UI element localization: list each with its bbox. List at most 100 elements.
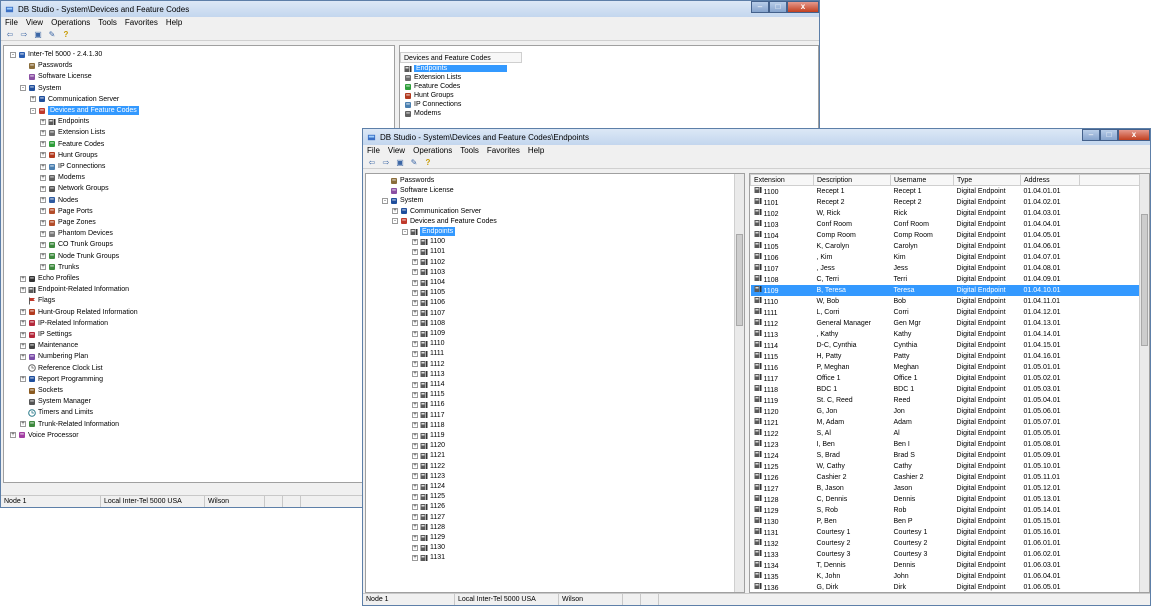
expand-toggle[interactable]: + [412,320,418,327]
tree-item[interactable]: +1101 [412,247,445,256]
back-tree-pane[interactable]: - Inter-Tel 5000 - 2.4.1.30 Passwords Softw… [3,45,395,483]
expand-toggle[interactable]: + [412,401,418,408]
expand-toggle[interactable]: + [412,534,418,541]
menu-favorites[interactable]: Favorites [487,145,520,156]
list-item[interactable]: IP Connections [404,100,507,109]
tree-item[interactable]: +1120 [412,441,445,450]
expand-toggle[interactable]: + [412,442,418,449]
tree-item[interactable]: +1128 [412,523,445,532]
expand-toggle[interactable]: + [412,310,418,317]
help-icon[interactable]: ? [61,29,71,39]
menu-favorites[interactable]: Favorites [125,17,158,28]
expand-toggle[interactable]: + [412,452,418,459]
tree-item[interactable]: +1124 [412,482,445,491]
tree-item[interactable]: - Devices and Feature Codes [30,106,139,115]
collapse-toggle[interactable]: - [20,85,26,92]
tree-item[interactable]: - Endpoints [402,227,456,236]
expand-toggle[interactable]: + [40,129,46,136]
table-row[interactable]: 1127 B, Jason Jason Digital Endpoint 01.05.1… [751,483,1147,494]
menu-operations[interactable]: Operations [51,17,90,28]
expand-toggle[interactable]: + [412,361,418,368]
table-row[interactable]: 1101 Recept 2 Recept 2 Digital Endpoint 01.0… [751,197,1147,208]
tree-item[interactable]: Sockets [20,386,63,395]
expand-toggle[interactable]: + [412,473,418,480]
tree-item[interactable]: +1127 [412,513,445,522]
expand-toggle[interactable]: + [412,279,418,286]
tree-item[interactable]: - System [382,196,423,205]
collapse-toggle[interactable]: - [30,107,36,114]
tree-item[interactable]: Software License [382,186,454,195]
tools-icon[interactable]: ✎ [409,157,419,167]
tree-item[interactable]: Timers and Limits [20,408,93,417]
tree-item[interactable]: +1118 [412,421,445,430]
expand-toggle[interactable]: + [40,253,46,260]
tree-item[interactable]: - Inter-Tel 5000 - 2.4.1.30 [10,50,102,59]
front-title-bar[interactable]: DB Studio - System\Devices and Feature C… [363,129,1150,145]
tree-item[interactable]: +1119 [412,431,445,440]
menu-help[interactable]: Help [528,145,544,156]
tree-item[interactable]: +1129 [412,533,445,542]
expand-toggle[interactable]: + [412,483,418,490]
table-row[interactable]: 1114 D-C, Cynthia Cynthia Digital Endpoint 0… [751,340,1147,351]
tree-item[interactable]: +1111 [412,349,444,358]
help-icon[interactable]: ? [423,157,433,167]
table-row[interactable]: 1119 St. C, Reed Reed Digital Endpoint 01.05… [751,395,1147,406]
expand-toggle[interactable]: + [20,320,26,327]
table-row[interactable]: 1121 M, Adam Adam Digital Endpoint 01.05.07.… [751,417,1147,428]
tree-item[interactable]: +1112 [412,360,445,369]
tree-item[interactable]: + Extension Lists [40,128,105,137]
expand-toggle[interactable]: + [40,174,46,181]
tree-item[interactable]: - Devices and Feature Codes [392,217,497,226]
table-row[interactable]: 1102 W, Rick Rick Digital Endpoint 01.04.03.… [751,208,1147,219]
close-button[interactable]: x [787,1,819,13]
expand-toggle[interactable]: + [412,422,418,429]
tree-item[interactable]: + IP-Related Information [20,319,108,328]
tree-item[interactable]: +1107 [412,309,445,318]
tree-item[interactable]: + Phantom Devices [40,229,113,238]
expand-toggle[interactable]: + [412,391,418,398]
tree-item[interactable]: +1103 [412,268,445,277]
tree-item[interactable]: +1123 [412,472,445,481]
menu-file[interactable]: File [367,145,380,156]
menu-help[interactable]: Help [166,17,182,28]
tree-item[interactable]: + Voice Processor [10,431,79,440]
tree-item[interactable]: Reference Clock List [20,364,103,373]
tree-item[interactable]: + Trunk-Related Information [20,420,119,429]
tree-item[interactable]: + IP Settings [20,330,72,339]
front-list-pane[interactable]: Extension Description Username Type Address 1… [749,173,1150,593]
expand-toggle[interactable]: + [412,289,418,296]
tree-item[interactable]: + Maintenance [20,341,78,350]
back-title-bar[interactable]: DB Studio - System\Devices and Feature C… [1,1,819,17]
expand-toggle[interactable]: + [412,269,418,276]
forward-arrow-icon[interactable]: ⇨ [381,157,391,167]
expand-toggle[interactable]: + [10,432,16,439]
expand-toggle[interactable]: + [40,264,46,271]
expand-toggle[interactable]: + [412,432,418,439]
expand-toggle[interactable]: + [40,141,46,148]
menu-tools[interactable]: Tools [460,145,479,156]
column-header[interactable]: Address [1020,174,1080,186]
tree-item[interactable]: +1110 [412,339,445,348]
tree-item[interactable]: + Endpoint-Related Information [20,285,129,294]
tree-scrollbar[interactable] [734,174,744,592]
expand-toggle[interactable]: + [40,197,46,204]
column-header[interactable]: Extension [750,174,814,186]
table-row[interactable]: 1106, Kim Kim Digital Endpoint 01.04.07.01 [751,252,1147,263]
maximize-button[interactable]: □ [769,1,787,13]
tree-item[interactable]: +1114 [412,380,445,389]
tree-item[interactable]: + Report Programming [20,375,103,384]
expand-toggle[interactable]: + [40,230,46,237]
list-item[interactable]: Extension Lists [404,73,507,82]
column-header[interactable]: Username [890,174,954,186]
table-row[interactable]: 1120 G, Jon Jon Digital Endpoint 01.05.06.01 [751,406,1147,417]
expand-toggle[interactable]: + [392,208,398,215]
table-row[interactable]: 1125 W, Cathy Cathy Digital Endpoint 01.05.1… [751,461,1147,472]
menu-file[interactable]: File [5,17,18,28]
tree-item[interactable]: + Communication Server [392,207,481,216]
tree-item[interactable]: + Page Zones [40,218,96,227]
expand-toggle[interactable]: + [40,241,46,248]
table-row[interactable]: 1112 General Manager Gen Mgr Digital Endpoi… [751,318,1147,329]
tree-item[interactable]: +1125 [412,492,445,501]
tools-icon[interactable]: ✎ [47,29,57,39]
expand-toggle[interactable]: + [20,342,26,349]
